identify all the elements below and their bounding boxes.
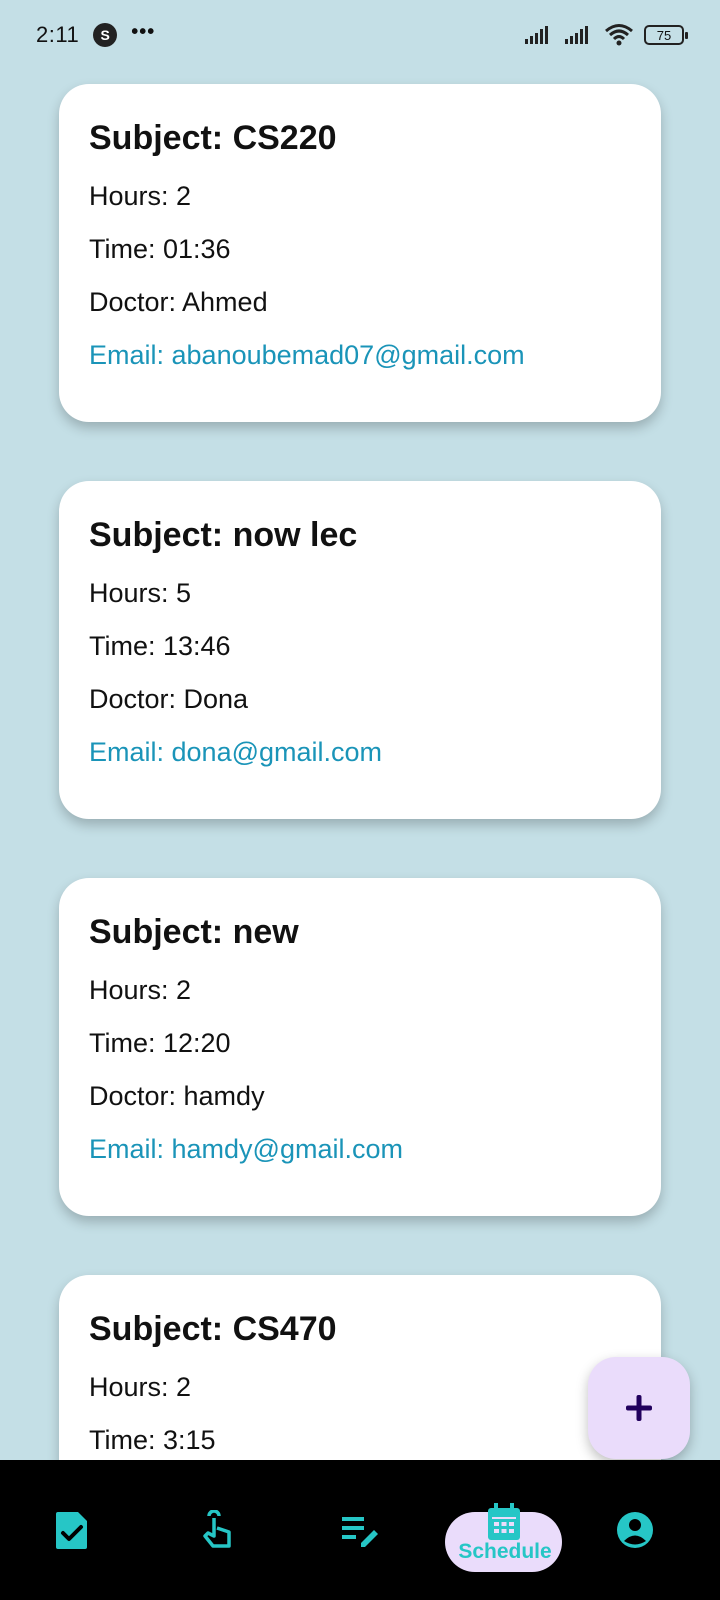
card-time: Time: 01:36 <box>89 234 231 264</box>
card-hours: Hours: 2 <box>89 1372 192 1402</box>
nav-item-tasks[interactable] <box>12 1460 132 1600</box>
card-email[interactable]: Email: dona@gmail.com <box>89 726 631 779</box>
card-doctor: Doctor: Dona <box>89 684 249 714</box>
card-subject: Subject: now lec <box>89 516 358 554</box>
signal-icon-2 <box>565 26 588 44</box>
schedule-card[interactable]: Subject: CS470 Hours: 2 Time: 3:15 <box>59 1275 661 1460</box>
schedule-card[interactable]: Subject: now lec Hours: 5 Time: 13:46 Do… <box>59 481 661 819</box>
plus-icon <box>626 1395 652 1421</box>
card-email[interactable]: Email: abanoubemad07@gmail.com <box>89 329 631 382</box>
more-notifications-icon: ••• <box>131 20 156 43</box>
card-hours: Hours: 2 <box>89 975 192 1005</box>
status-right: 75 <box>524 23 688 47</box>
signal-icon <box>525 26 548 44</box>
card-doctor: Doctor: hamdy <box>89 1081 265 1111</box>
status-left: 2:11 S ••• <box>36 20 156 48</box>
schedule-card[interactable]: Subject: new Hours: 2 Time: 12:20 Doctor… <box>59 878 661 1216</box>
add-schedule-button[interactable] <box>588 1357 690 1459</box>
card-time: Time: 3:15 <box>89 1425 216 1455</box>
card-subject: Subject: new <box>89 913 299 951</box>
card-subject: Subject: CS470 <box>89 1310 337 1348</box>
bottom-nav <box>0 1460 720 1600</box>
touch-gesture-icon <box>203 1510 231 1548</box>
nav-item-notes[interactable] <box>300 1460 420 1600</box>
card-time: Time: 13:46 <box>89 631 231 661</box>
wifi-icon <box>605 24 633 46</box>
task-check-icon <box>56 1512 87 1549</box>
nav-label-schedule: Schedule <box>458 1540 552 1563</box>
schedule-list[interactable]: Subject: CS220 Hours: 2 Time: 01:36 Doct… <box>0 70 720 1460</box>
nav-item-attendance[interactable] <box>155 1460 275 1600</box>
status-bar: 2:11 S ••• 75 <box>0 0 720 70</box>
account-icon <box>617 1512 653 1548</box>
schedule-card[interactable]: Subject: CS220 Hours: 2 Time: 01:36 Doct… <box>59 84 661 422</box>
calendar-icon <box>488 1503 520 1540</box>
card-time: Time: 12:20 <box>89 1028 231 1058</box>
status-time: 2:11 <box>36 22 80 47</box>
card-hours: Hours: 2 <box>89 181 192 211</box>
app-notification-icon: S <box>93 23 118 47</box>
nav-item-profile[interactable] <box>575 1460 695 1600</box>
card-doctor: Doctor: Ahmed <box>89 287 268 317</box>
card-hours: Hours: 5 <box>89 578 192 608</box>
card-email[interactable]: Email: hamdy@gmail.com <box>89 1123 631 1176</box>
battery-icon: 75 <box>644 25 688 45</box>
card-subject: Subject: CS220 <box>89 119 337 157</box>
edit-list-icon <box>342 1517 378 1547</box>
